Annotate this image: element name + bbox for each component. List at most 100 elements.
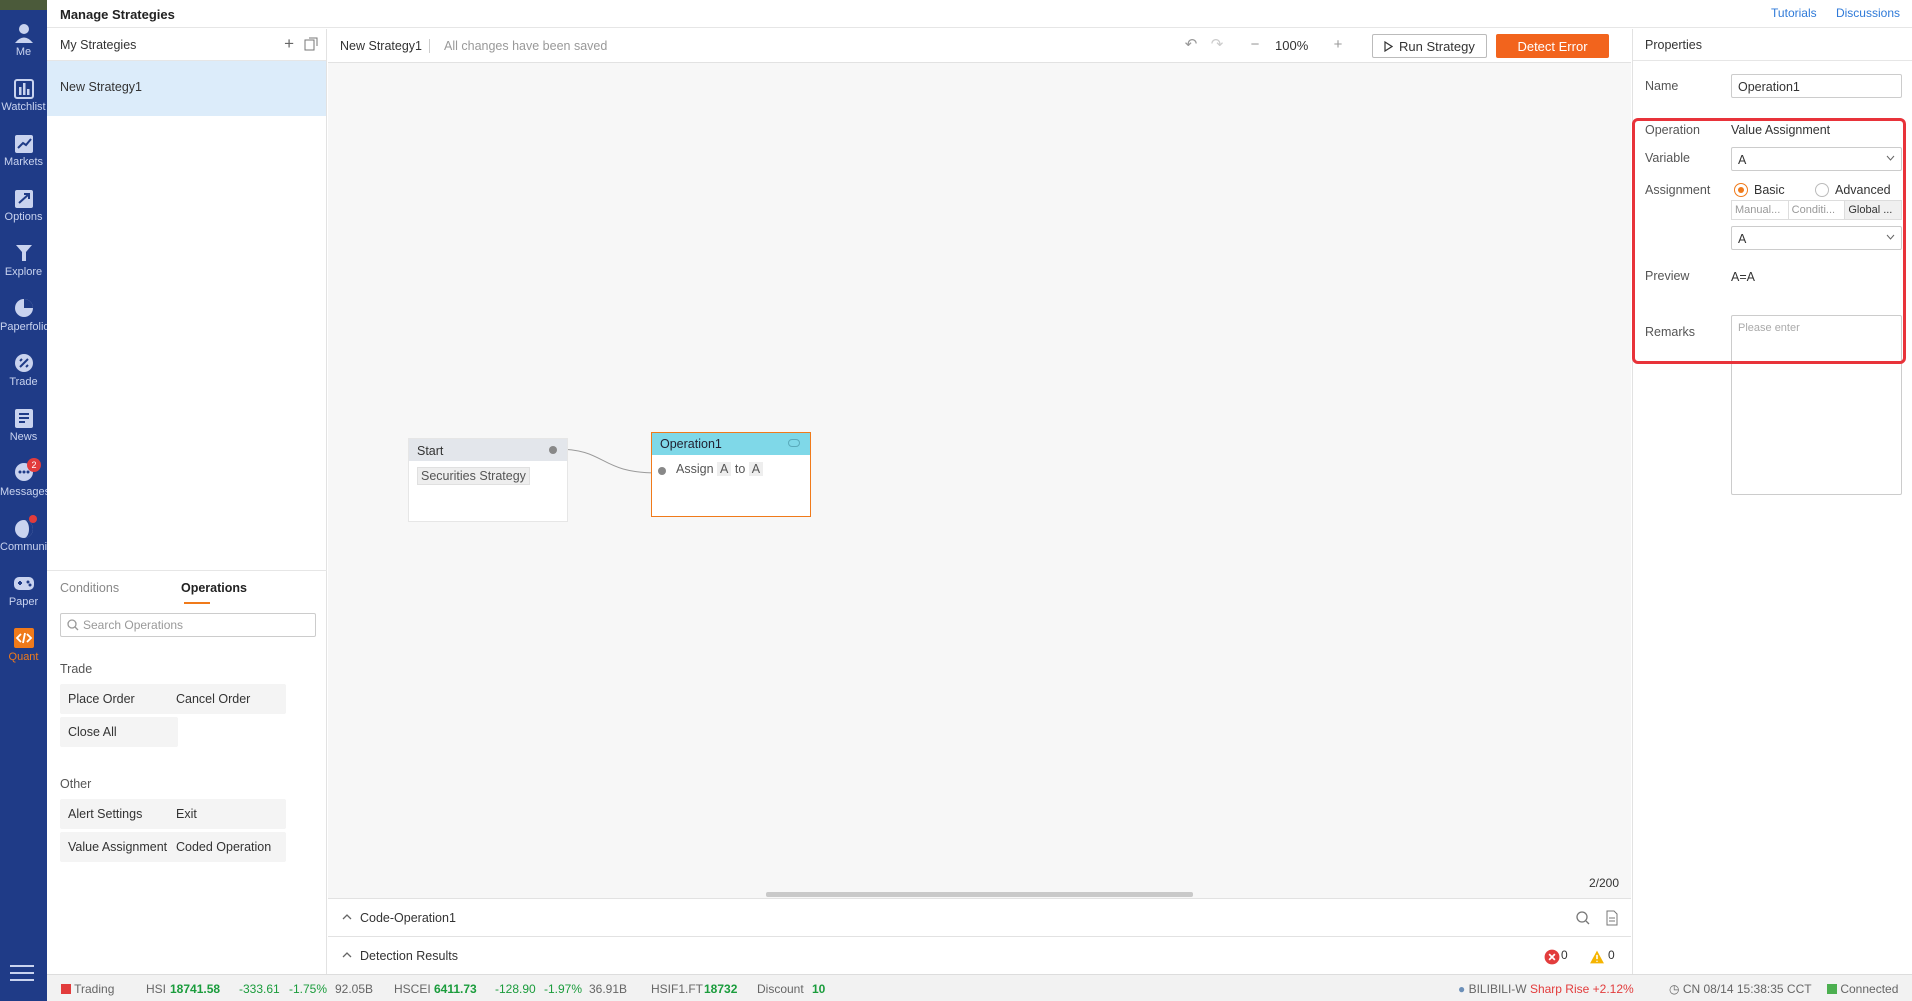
group-title-trade: Trade — [60, 662, 93, 676]
operation-node[interactable]: Operation1 Assign A to A — [651, 432, 811, 517]
nav-item-options[interactable]: Options — [0, 187, 47, 223]
nav-item-me[interactable]: Me — [0, 22, 47, 58]
error-icon — [1544, 949, 1560, 965]
play-icon — [1384, 41, 1393, 52]
trend-icon — [14, 135, 33, 153]
tutorials-link[interactable]: Tutorials — [1771, 6, 1817, 20]
add-strategy-icon[interactable]: + — [284, 35, 294, 53]
search-icon — [67, 619, 79, 631]
strategy-canvas[interactable]: Start Securities Strategy Operation1 Ass… — [328, 63, 1631, 898]
nav-item-markets[interactable]: Markets — [0, 132, 47, 168]
nav-item-watchlist[interactable]: Watchlist — [0, 77, 47, 113]
nav-rail: Me Watchlist Markets Options Explore Pap… — [0, 0, 47, 1001]
undo-icon[interactable]: ↶ — [1183, 37, 1199, 53]
nav-item-paper[interactable]: Paper — [0, 572, 47, 608]
chevron-up-icon — [342, 952, 352, 958]
node-counter: 2/200 — [1588, 876, 1619, 890]
detect-error-button[interactable]: Detect Error — [1496, 34, 1609, 58]
user-icon — [14, 24, 33, 43]
operation-node-header: Operation1 — [652, 433, 810, 455]
hsi-change: -333.61 — [239, 982, 280, 996]
options-icon — [14, 190, 33, 208]
op-close-all[interactable]: Close All — [60, 717, 178, 747]
trading-flag-icon — [61, 984, 71, 994]
hsi-turnover: 92.05B — [335, 982, 374, 996]
name-field[interactable]: Operation1 — [1731, 74, 1902, 98]
op-exit[interactable]: Exit — [168, 799, 286, 829]
nav-item-explore[interactable]: Explore — [0, 242, 47, 278]
clock-text: CN 08/14 15:38:35 CCT — [1682, 982, 1812, 996]
signal-icon — [1827, 984, 1837, 994]
output-port[interactable] — [549, 446, 557, 454]
page-title: Manage Strategies — [60, 7, 175, 22]
properties-title: Properties — [1633, 29, 1912, 61]
hsi-label: HSI — [146, 982, 167, 996]
op-value-assignment[interactable]: Value Assignment — [60, 832, 178, 862]
nav-label: Watchlist — [1, 101, 46, 113]
nav-label: Explore — [4, 266, 43, 278]
discussions-link[interactable]: Discussions — [1836, 6, 1900, 20]
start-node[interactable]: Start Securities Strategy — [408, 438, 568, 522]
warning-icon — [1590, 950, 1604, 964]
alert-ticker[interactable]: ● BILIBILI-W Sharp Rise +2.12% — [1458, 982, 1634, 996]
search-input[interactable] — [83, 617, 303, 633]
zoom-in-icon[interactable]: + — [1330, 37, 1346, 53]
horizontal-scrollbar[interactable] — [766, 892, 1193, 897]
document-icon[interactable] — [1604, 910, 1620, 926]
search-icon[interactable] — [1575, 910, 1591, 926]
operation-node-title: Operation1 — [660, 437, 722, 451]
nav-item-quant[interactable]: Quant — [0, 627, 47, 663]
group-title-other: Other — [60, 777, 92, 791]
library-tabs: Conditions Operations — [47, 571, 327, 605]
hsif-label: HSIF1.FT — [651, 982, 704, 996]
alert-symbol: BILIBILI-W — [1468, 982, 1527, 996]
hscei-value: 6411.73 — [434, 982, 477, 996]
connection-status: Connected — [1827, 982, 1898, 996]
gamepad-icon — [13, 577, 34, 590]
detection-results-bar[interactable]: Detection Results 0 0 — [328, 936, 1631, 974]
code-panel-bar[interactable]: Code-Operation1 — [328, 898, 1648, 936]
operation-node-body: Assign A to A — [652, 455, 810, 476]
op-coded-operation[interactable]: Coded Operation — [168, 832, 286, 862]
nav-item-messages[interactable]: 2 Messages — [0, 458, 47, 498]
run-strategy-button[interactable]: Run Strategy — [1372, 34, 1487, 58]
hsif-value: 18732 — [704, 982, 738, 996]
start-node-header: Start — [409, 439, 567, 461]
op-place-order[interactable]: Place Order — [60, 684, 178, 714]
error-count: 0 — [1561, 948, 1568, 962]
strategies-title: My Strategies — [60, 38, 137, 52]
top-links: Tutorials Discussions — [1755, 6, 1900, 20]
active-tab-indicator — [184, 602, 210, 604]
save-status: All changes have been saved — [444, 39, 608, 53]
code-panel-title: Code-Operation1 — [360, 911, 456, 925]
strategy-name: New Strategy1 — [340, 39, 422, 53]
top-bar: Manage Strategies Tutorials Discussions — [47, 0, 1912, 28]
input-port[interactable] — [658, 467, 666, 475]
tab-conditions[interactable]: Conditions — [60, 581, 119, 595]
zoom-level: 100% — [1275, 38, 1309, 53]
zoom-out-icon[interactable]: − — [1247, 37, 1263, 53]
nav-item-community[interactable]: Community — [0, 515, 47, 553]
canvas-toolbar: New Strategy1 All changes have been save… — [328, 29, 1631, 63]
highlight-box — [1632, 118, 1906, 364]
flame-icon: ● — [1458, 982, 1466, 996]
clock-icon: ◷ — [1669, 982, 1680, 996]
nav-label: Paperfolio — [0, 321, 47, 333]
nav-item-news[interactable]: News — [0, 407, 47, 443]
market-clock: ◷ CN 08/14 15:38:35 CCT — [1669, 982, 1812, 996]
strategy-item[interactable]: New Strategy1 — [47, 61, 326, 116]
nav-item-paperfolio[interactable]: Paperfolio — [0, 297, 47, 333]
redo-icon[interactable]: ↷ — [1209, 37, 1225, 53]
menu-icon[interactable] — [10, 965, 34, 981]
strategies-panel: My Strategies + New Strategy1 Conditions… — [47, 29, 327, 974]
nav-item-trade[interactable]: Trade — [0, 352, 47, 388]
import-icon[interactable] — [304, 37, 318, 51]
trading-status[interactable]: Trading — [61, 982, 114, 996]
toggle-icon[interactable] — [788, 439, 800, 447]
nav-label: Community — [0, 541, 47, 553]
op-cancel-order[interactable]: Cancel Order — [168, 684, 286, 714]
notification-dot — [29, 515, 37, 523]
nav-label: Me — [15, 46, 32, 58]
tab-operations[interactable]: Operations — [181, 581, 247, 595]
op-alert-settings[interactable]: Alert Settings — [60, 799, 178, 829]
